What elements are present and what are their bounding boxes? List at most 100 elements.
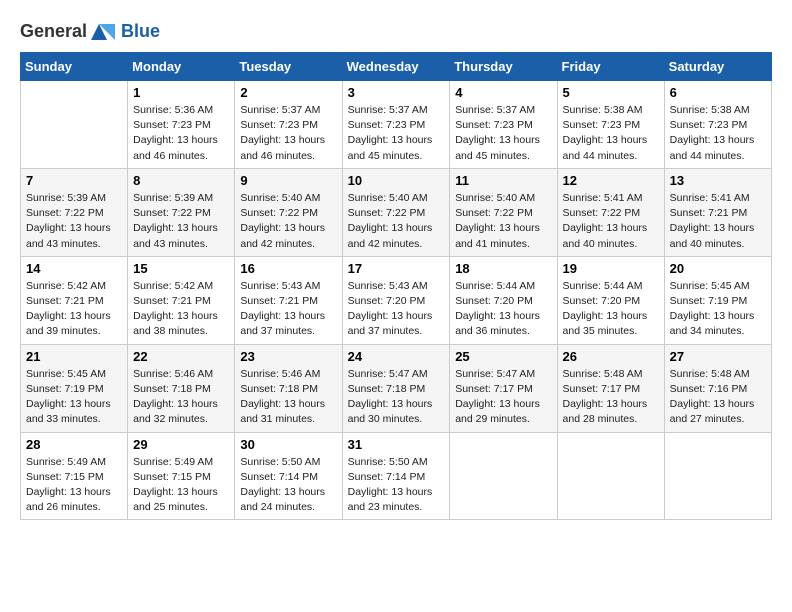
calendar-cell: 8Sunrise: 5:39 AMSunset: 7:22 PMDaylight… (128, 168, 235, 256)
calendar-cell (664, 432, 771, 520)
calendar-cell: 26 Sunrise: 5:48 AMSunset: 7:17 PMDayligh… (557, 344, 664, 432)
calendar-cell: 1Sunrise: 5:36 AMSunset: 7:23 PMDaylight… (128, 81, 235, 169)
day-number: 18 (455, 261, 551, 276)
day-number: 6 (670, 85, 766, 100)
calendar-week-5: 28 Sunrise: 5:49 AMSunset: 7:15 PMDayligh… (21, 432, 772, 520)
day-number: 15 (133, 261, 229, 276)
day-number: 4 (455, 85, 551, 100)
calendar-cell: 31 Sunrise: 5:50 AMSunset: 7:14 PMDayligh… (342, 432, 450, 520)
day-info: Sunrise: 5:40 AMSunset: 7:22 PMDaylight:… (348, 191, 445, 252)
weekday-tuesday: Tuesday (235, 53, 342, 81)
logo: General Blue (20, 20, 160, 42)
weekday-saturday: Saturday (664, 53, 771, 81)
calendar-cell: 19 Sunrise: 5:44 AMSunset: 7:20 PMDayligh… (557, 256, 664, 344)
day-info: Sunrise: 5:37 AMSunset: 7:23 PMDaylight:… (348, 103, 445, 164)
day-number: 31 (348, 437, 445, 452)
day-number: 3 (348, 85, 445, 100)
calendar-cell: 11Sunrise: 5:40 AMSunset: 7:22 PMDayligh… (450, 168, 557, 256)
weekday-sunday: Sunday (21, 53, 128, 81)
calendar-cell: 10 Sunrise: 5:40 AMSunset: 7:22 PMDayligh… (342, 168, 450, 256)
calendar-cell: 28 Sunrise: 5:49 AMSunset: 7:15 PMDayligh… (21, 432, 128, 520)
day-number: 23 (240, 349, 336, 364)
calendar-cell: 12 Sunrise: 5:41 AMSunset: 7:22 PMDayligh… (557, 168, 664, 256)
day-info: Sunrise: 5:41 AMSunset: 7:22 PMDaylight:… (563, 191, 659, 252)
calendar-week-1: 1Sunrise: 5:36 AMSunset: 7:23 PMDaylight… (21, 81, 772, 169)
day-number: 22 (133, 349, 229, 364)
day-info: Sunrise: 5:38 AMSunset: 7:23 PMDaylight:… (670, 103, 766, 164)
day-info: Sunrise: 5:48 AMSunset: 7:16 PMDaylight:… (670, 367, 766, 428)
calendar-cell: 16 Sunrise: 5:43 AMSunset: 7:21 PMDayligh… (235, 256, 342, 344)
day-info: Sunrise: 5:50 AMSunset: 7:14 PMDaylight:… (240, 455, 336, 516)
day-number: 14 (26, 261, 122, 276)
day-number: 25 (455, 349, 551, 364)
calendar-cell: 27 Sunrise: 5:48 AMSunset: 7:16 PMDayligh… (664, 344, 771, 432)
day-info: Sunrise: 5:43 AMSunset: 7:20 PMDaylight:… (348, 279, 445, 340)
day-number: 10 (348, 173, 445, 188)
day-info: Sunrise: 5:42 AMSunset: 7:21 PMDaylight:… (133, 279, 229, 340)
day-info: Sunrise: 5:45 AMSunset: 7:19 PMDaylight:… (26, 367, 122, 428)
day-info: Sunrise: 5:42 AMSunset: 7:21 PMDaylight:… (26, 279, 122, 340)
day-number: 16 (240, 261, 336, 276)
day-number: 21 (26, 349, 122, 364)
day-info: Sunrise: 5:46 AMSunset: 7:18 PMDaylight:… (133, 367, 229, 428)
logo-blue-text: Blue (121, 21, 160, 42)
day-info: Sunrise: 5:49 AMSunset: 7:15 PMDaylight:… (133, 455, 229, 516)
calendar-cell: 13Sunrise: 5:41 AMSunset: 7:21 PMDayligh… (664, 168, 771, 256)
day-info: Sunrise: 5:48 AMSunset: 7:17 PMDaylight:… (563, 367, 659, 428)
calendar-cell: 3 Sunrise: 5:37 AMSunset: 7:23 PMDaylight… (342, 81, 450, 169)
calendar-cell: 22 Sunrise: 5:46 AMSunset: 7:18 PMDayligh… (128, 344, 235, 432)
logo-general-text: General (20, 21, 87, 42)
day-info: Sunrise: 5:37 AMSunset: 7:23 PMDaylight:… (240, 103, 336, 164)
calendar-cell (450, 432, 557, 520)
day-number: 20 (670, 261, 766, 276)
calendar-week-4: 21 Sunrise: 5:45 AMSunset: 7:19 PMDayligh… (21, 344, 772, 432)
weekday-thursday: Thursday (450, 53, 557, 81)
day-number: 8 (133, 173, 229, 188)
day-info: Sunrise: 5:39 AMSunset: 7:22 PMDaylight:… (26, 191, 122, 252)
calendar-cell: 5Sunrise: 5:38 AMSunset: 7:23 PMDaylight… (557, 81, 664, 169)
calendar-cell: 25 Sunrise: 5:47 AMSunset: 7:17 PMDayligh… (450, 344, 557, 432)
calendar-cell: 4 Sunrise: 5:37 AMSunset: 7:23 PMDaylight… (450, 81, 557, 169)
weekday-header-row: SundayMondayTuesdayWednesdayThursdayFrid… (21, 53, 772, 81)
calendar-week-2: 7 Sunrise: 5:39 AMSunset: 7:22 PMDaylight… (21, 168, 772, 256)
calendar-cell: 17 Sunrise: 5:43 AMSunset: 7:20 PMDayligh… (342, 256, 450, 344)
page-header: General Blue (20, 20, 772, 42)
day-info: Sunrise: 5:47 AMSunset: 7:17 PMDaylight:… (455, 367, 551, 428)
day-info: Sunrise: 5:46 AMSunset: 7:18 PMDaylight:… (240, 367, 336, 428)
logo-icon (89, 20, 121, 42)
weekday-friday: Friday (557, 53, 664, 81)
day-info: Sunrise: 5:44 AMSunset: 7:20 PMDaylight:… (563, 279, 659, 340)
day-number: 12 (563, 173, 659, 188)
day-number: 1 (133, 85, 229, 100)
day-number: 30 (240, 437, 336, 452)
calendar-cell: 21 Sunrise: 5:45 AMSunset: 7:19 PMDayligh… (21, 344, 128, 432)
day-number: 7 (26, 173, 122, 188)
day-number: 5 (563, 85, 659, 100)
day-number: 17 (348, 261, 445, 276)
calendar-cell: 9 Sunrise: 5:40 AMSunset: 7:22 PMDaylight… (235, 168, 342, 256)
calendar-cell: 7 Sunrise: 5:39 AMSunset: 7:22 PMDaylight… (21, 168, 128, 256)
calendar-cell: 2 Sunrise: 5:37 AMSunset: 7:23 PMDaylight… (235, 81, 342, 169)
day-info: Sunrise: 5:50 AMSunset: 7:14 PMDaylight:… (348, 455, 445, 516)
calendar-cell: 30 Sunrise: 5:50 AMSunset: 7:14 PMDayligh… (235, 432, 342, 520)
day-number: 9 (240, 173, 336, 188)
calendar-cell: 15 Sunrise: 5:42 AMSunset: 7:21 PMDayligh… (128, 256, 235, 344)
calendar-table: SundayMondayTuesdayWednesdayThursdayFrid… (20, 52, 772, 520)
calendar-body: 1Sunrise: 5:36 AMSunset: 7:23 PMDaylight… (21, 81, 772, 520)
day-number: 2 (240, 85, 336, 100)
day-info: Sunrise: 5:49 AMSunset: 7:15 PMDaylight:… (26, 455, 122, 516)
day-number: 26 (563, 349, 659, 364)
day-info: Sunrise: 5:41 AMSunset: 7:21 PMDaylight:… (670, 191, 766, 252)
day-number: 19 (563, 261, 659, 276)
day-info: Sunrise: 5:37 AMSunset: 7:23 PMDaylight:… (455, 103, 551, 164)
day-info: Sunrise: 5:47 AMSunset: 7:18 PMDaylight:… (348, 367, 445, 428)
day-number: 27 (670, 349, 766, 364)
day-info: Sunrise: 5:40 AMSunset: 7:22 PMDaylight:… (455, 191, 551, 252)
day-info: Sunrise: 5:43 AMSunset: 7:21 PMDaylight:… (240, 279, 336, 340)
day-info: Sunrise: 5:40 AMSunset: 7:22 PMDaylight:… (240, 191, 336, 252)
weekday-wednesday: Wednesday (342, 53, 450, 81)
calendar-cell: 23 Sunrise: 5:46 AMSunset: 7:18 PMDayligh… (235, 344, 342, 432)
day-number: 28 (26, 437, 122, 452)
weekday-monday: Monday (128, 53, 235, 81)
calendar-cell: 29Sunrise: 5:49 AMSunset: 7:15 PMDayligh… (128, 432, 235, 520)
